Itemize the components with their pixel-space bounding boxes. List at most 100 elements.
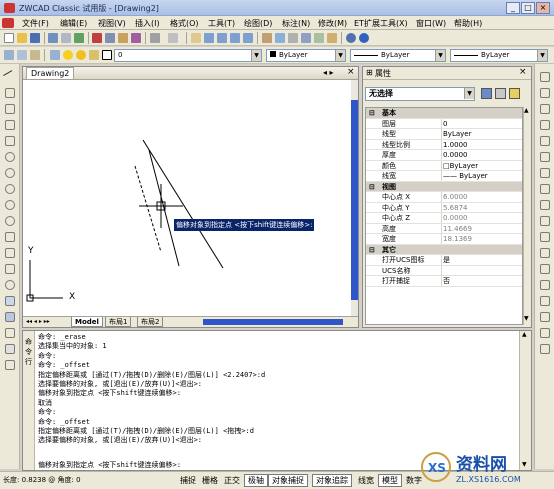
tab-layout1[interactable]: 布局1 bbox=[105, 317, 132, 327]
property-value[interactable]: 6.0000 bbox=[443, 192, 468, 202]
layer-color-swatch[interactable] bbox=[102, 50, 112, 60]
layer-lock-icon[interactable] bbox=[89, 50, 99, 60]
property-row[interactable]: 线宽 —— ByLayer bbox=[366, 171, 522, 182]
insert-block-icon[interactable] bbox=[5, 248, 15, 258]
layer-dropdown[interactable]: 0 ▼ bbox=[114, 49, 262, 62]
make-block-icon[interactable] bbox=[5, 264, 15, 274]
grid-toggle[interactable]: 栅格 bbox=[198, 474, 222, 487]
line-icon[interactable] bbox=[3, 70, 17, 84]
toggle-pickadd-icon[interactable] bbox=[481, 88, 492, 99]
lineweight-toggle[interactable]: 线宽 bbox=[354, 474, 378, 487]
property-row[interactable]: 中心点 Z 0.0000 bbox=[366, 213, 522, 224]
property-value[interactable]: 否 bbox=[443, 276, 450, 286]
collapse-icon[interactable]: ⊟ bbox=[369, 245, 375, 255]
drawing-tab[interactable]: Drawing2 bbox=[26, 67, 75, 79]
close-palette-icon[interactable]: × bbox=[519, 67, 527, 77]
select-objects-icon[interactable] bbox=[495, 88, 506, 99]
property-row[interactable]: 图层 0 bbox=[366, 118, 522, 129]
property-row[interactable]: 中心点 Y 5.6874 bbox=[366, 202, 522, 213]
property-value[interactable]: □ByLayer bbox=[443, 161, 478, 171]
scroll-up-icon[interactable]: ▲ bbox=[524, 107, 529, 114]
design-center-icon[interactable] bbox=[275, 33, 285, 43]
property-category[interactable]: ⊟ 视图 bbox=[366, 181, 522, 192]
menu-insert[interactable]: 插入(I) bbox=[131, 17, 164, 30]
print-icon[interactable] bbox=[48, 33, 58, 43]
property-row[interactable]: 线型 ByLayer bbox=[366, 129, 522, 140]
property-row[interactable]: 厚度 0.0000 bbox=[366, 150, 522, 161]
calculator-icon[interactable] bbox=[327, 33, 337, 43]
property-row[interactable]: 打开UCS图标 是 bbox=[366, 255, 522, 266]
property-value[interactable]: 是 bbox=[443, 255, 450, 265]
zoom-realtime-icon[interactable] bbox=[204, 33, 214, 43]
layer-states-icon[interactable] bbox=[30, 50, 40, 60]
revision-cloud-icon[interactable] bbox=[5, 184, 15, 194]
copy-object-icon[interactable] bbox=[540, 88, 550, 98]
spline-icon[interactable] bbox=[5, 200, 15, 210]
save-icon[interactable] bbox=[30, 33, 40, 43]
match-properties-icon[interactable] bbox=[131, 33, 141, 43]
selection-dropdown[interactable]: 无选择 ▼ bbox=[365, 87, 475, 101]
paste-icon[interactable] bbox=[118, 33, 128, 43]
menu-file[interactable]: 文件(F) bbox=[18, 17, 53, 30]
menu-et-tools[interactable]: ET扩展工具(X) bbox=[350, 17, 412, 30]
move-icon[interactable] bbox=[540, 152, 550, 162]
tool-palette-icon[interactable] bbox=[288, 33, 298, 43]
mtext-icon[interactable] bbox=[5, 360, 15, 370]
property-value[interactable]: 0.0000 bbox=[443, 213, 468, 223]
property-value[interactable]: 11.4669 bbox=[443, 224, 472, 234]
construction-line-icon[interactable] bbox=[5, 88, 15, 98]
copy-icon[interactable] bbox=[105, 33, 115, 43]
polar-toggle[interactable]: 极轴 bbox=[244, 474, 268, 487]
osnap-toggle[interactable]: 对象捕捉 bbox=[268, 474, 308, 487]
help-icon[interactable] bbox=[359, 33, 369, 43]
offset-icon[interactable] bbox=[540, 120, 550, 130]
lineweight-dropdown[interactable]: ByLayer ▼ bbox=[450, 49, 548, 62]
erase-icon[interactable] bbox=[540, 72, 550, 82]
cut-icon[interactable] bbox=[92, 33, 102, 43]
region-icon[interactable] bbox=[5, 328, 15, 338]
collapse-icon[interactable]: ⊟ bbox=[369, 108, 375, 118]
stretch-icon[interactable] bbox=[540, 200, 550, 210]
layer-on-icon[interactable] bbox=[63, 50, 73, 60]
fillet-icon[interactable] bbox=[540, 296, 550, 306]
tab-scroll-icon[interactable]: ◂ ▸ bbox=[323, 68, 334, 77]
polygon-icon[interactable] bbox=[5, 120, 15, 130]
trim-icon[interactable] bbox=[540, 216, 550, 226]
markup-icon[interactable] bbox=[314, 33, 324, 43]
rotate-icon[interactable] bbox=[540, 168, 550, 178]
arc-icon[interactable] bbox=[5, 152, 15, 162]
menu-window[interactable]: 窗口(W) bbox=[412, 17, 450, 30]
align-icon[interactable] bbox=[540, 344, 550, 354]
snap-toggle[interactable]: 捕捉 bbox=[176, 474, 200, 487]
close-button[interactable]: × bbox=[536, 2, 550, 14]
menu-tools[interactable]: 工具(T) bbox=[204, 17, 239, 30]
close-drawing-icon[interactable]: × bbox=[347, 67, 355, 77]
vertical-scroll-thumb[interactable] bbox=[351, 100, 358, 300]
vertical-scrollbar[interactable] bbox=[351, 80, 358, 316]
circle-icon[interactable] bbox=[5, 168, 15, 178]
property-value[interactable]: 18.1369 bbox=[443, 234, 472, 244]
zoom-previous-icon[interactable] bbox=[230, 33, 240, 43]
point-icon[interactable] bbox=[5, 280, 15, 290]
property-row[interactable]: 高度 11.4669 bbox=[366, 223, 522, 234]
lengthen-icon[interactable] bbox=[540, 328, 550, 338]
horizontal-scroll-thumb[interactable] bbox=[203, 319, 343, 325]
mirror-icon[interactable] bbox=[540, 104, 550, 114]
property-value[interactable]: 5.6874 bbox=[443, 203, 468, 213]
tab-model[interactable]: Model bbox=[71, 317, 103, 327]
properties-icon[interactable] bbox=[262, 33, 272, 43]
pan-icon[interactable] bbox=[191, 33, 201, 43]
layer-freeze-icon[interactable] bbox=[76, 50, 86, 60]
property-value[interactable]: 0.0000 bbox=[443, 150, 468, 160]
ortho-toggle[interactable]: 正交 bbox=[220, 474, 244, 487]
new-file-icon[interactable] bbox=[4, 33, 14, 43]
color-dropdown[interactable]: ByLayer ▼ bbox=[266, 49, 346, 62]
array-icon[interactable] bbox=[540, 136, 550, 146]
property-value[interactable]: 0 bbox=[443, 119, 447, 129]
chamfer-icon[interactable] bbox=[540, 280, 550, 290]
menu-draw[interactable]: 绘图(D) bbox=[240, 17, 276, 30]
zoom-extents-icon[interactable] bbox=[243, 33, 253, 43]
otrack-toggle[interactable]: 对象追踪 bbox=[312, 474, 352, 487]
rectangle-icon[interactable] bbox=[5, 136, 15, 146]
property-category[interactable]: ⊟ 其它 bbox=[366, 244, 522, 255]
